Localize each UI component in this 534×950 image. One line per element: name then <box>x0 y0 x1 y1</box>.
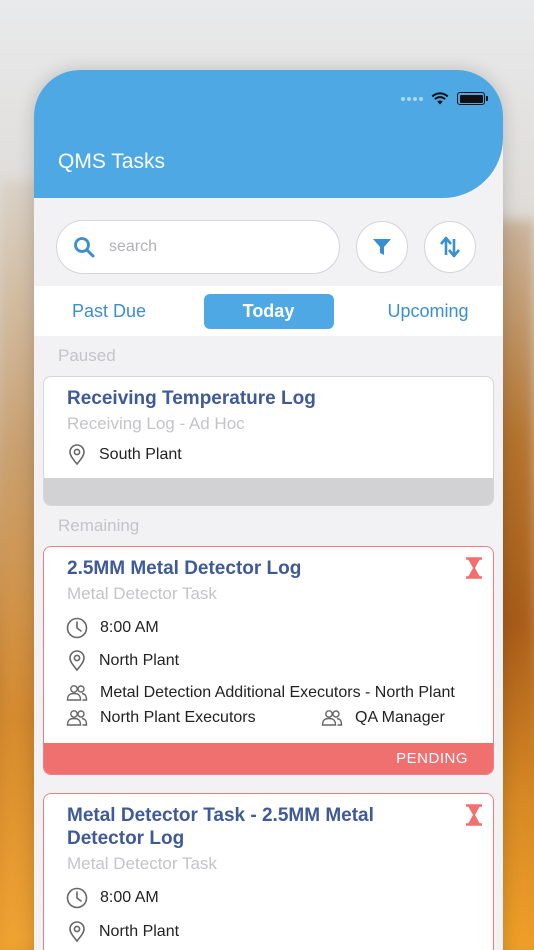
page-title: QMS Tasks <box>58 150 165 173</box>
task-assignee-row: North Plant Executors <box>66 709 256 727</box>
task-location: South Plant <box>99 446 182 463</box>
location-pin-icon <box>69 444 85 466</box>
task-location: North Plant <box>99 923 180 940</box>
hourglass-icon <box>466 557 482 579</box>
task-title: Metal Detector Task - 2.5MM Metal Detect… <box>67 805 374 849</box>
task-time: 8:00 AM <box>100 619 159 636</box>
task-time-row: 8:00 AM <box>66 887 159 909</box>
task-location-row: North Plant <box>67 650 179 672</box>
task-time: 8:00 AM <box>100 889 159 906</box>
tab-past-due[interactable]: Past Due <box>44 294 174 329</box>
task-subtitle: Receiving Log - Ad Hoc <box>67 414 245 433</box>
search-icon <box>74 237 95 258</box>
task-location: North Plant <box>99 652 180 669</box>
section-label-paused: Paused <box>58 346 116 365</box>
clock-icon <box>66 617 88 639</box>
status-bar <box>401 92 488 105</box>
people-icon <box>321 710 343 726</box>
battery-icon <box>457 92 488 105</box>
task-location-row: South Plant <box>67 444 182 466</box>
task-assignee-row: QA Manager <box>321 709 445 727</box>
tab-today[interactable]: Today <box>203 293 334 329</box>
people-icon <box>66 710 88 726</box>
search-input[interactable] <box>109 238 309 256</box>
location-pin-icon <box>69 921 85 943</box>
task-location-row: North Plant <box>67 921 179 943</box>
tab-upcoming[interactable]: Upcoming <box>363 294 493 329</box>
clock-icon <box>66 887 88 909</box>
search-field[interactable] <box>56 220 340 274</box>
section-label-remaining: Remaining <box>58 516 140 535</box>
status-badge: PENDING <box>44 743 493 774</box>
location-pin-icon <box>69 650 85 672</box>
task-time-row: 8:00 AM <box>66 617 159 639</box>
people-icon <box>66 685 88 701</box>
filter-icon <box>373 239 391 255</box>
task-assignee: North Plant Executors <box>100 709 256 726</box>
task-card[interactable]: Receiving Temperature Log Receiving Log … <box>43 376 494 506</box>
signal-icon <box>401 96 423 101</box>
task-subtitle: Metal Detector Task <box>67 584 217 603</box>
sort-button[interactable] <box>424 221 476 273</box>
task-subtitle: Metal Detector Task <box>67 854 217 873</box>
date-tabs: Past Due Today Upcoming <box>34 286 503 336</box>
task-assignee: Metal Detection Additional Executors - N… <box>100 684 455 701</box>
task-title: Receiving Temperature Log <box>67 388 316 409</box>
task-assignee: QA Manager <box>355 709 445 726</box>
phone-screen: QMS Tasks Past Due Today Upcomin <box>34 70 503 950</box>
filter-button[interactable] <box>356 221 408 273</box>
search-row <box>56 220 476 274</box>
task-card[interactable]: 2.5MM Metal Detector Log Metal Detector … <box>43 546 494 775</box>
app-header: QMS Tasks <box>34 70 503 198</box>
paused-status-bar <box>44 478 493 505</box>
task-title: 2.5MM Metal Detector Log <box>67 558 302 579</box>
wifi-icon <box>431 92 449 105</box>
task-assignee-row: Metal Detection Additional Executors - N… <box>66 684 455 702</box>
sort-icon <box>440 236 460 258</box>
task-card[interactable]: Metal Detector Task - 2.5MM Metal Detect… <box>43 793 494 950</box>
hourglass-icon <box>466 804 482 826</box>
